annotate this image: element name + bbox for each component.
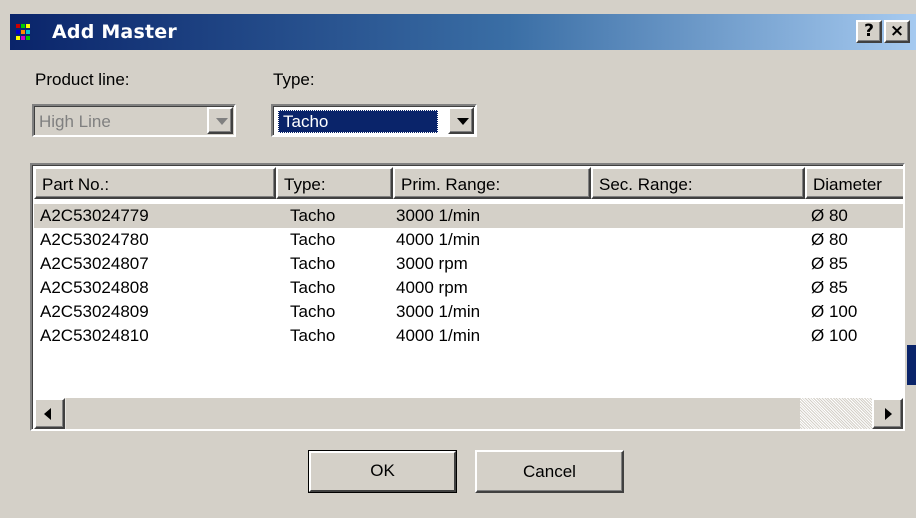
type-label: Type: (273, 70, 315, 89)
prim-range-cell: 3000 rpm (396, 254, 468, 273)
column-header-prim-range[interactable]: Prim. Range: (393, 167, 591, 199)
close-button[interactable]: × (884, 20, 910, 43)
diameter-cell: Ø 85 (811, 254, 848, 273)
scroll-right-button[interactable] (872, 398, 903, 429)
scroll-left-icon (44, 408, 51, 420)
background-window-edge (907, 345, 916, 385)
horizontal-scrollbar[interactable] (34, 398, 903, 429)
dropdown-arrow-icon (216, 118, 228, 125)
table-row[interactable]: A2C53024779 Tacho 3000 1/min Ø 80 (34, 204, 903, 228)
column-header-type[interactable]: Type: (276, 167, 393, 199)
diameter-cell: Ø 80 (811, 230, 848, 249)
title-bar[interactable]: Add Master ? × (10, 14, 916, 50)
prim-range-cell: 4000 rpm (396, 278, 468, 297)
list-header: Part No.: Type: Prim. Range: Sec. Range:… (34, 167, 903, 199)
type-value: Tacho (278, 110, 438, 133)
part-no-cell: A2C53024807 (40, 254, 149, 273)
product-line-dropdown-button[interactable] (207, 107, 233, 134)
window-title: Add Master (52, 21, 177, 43)
diameter-cell: Ø 85 (811, 278, 848, 297)
scrollbar-track[interactable] (800, 398, 872, 429)
prim-range-cell: 3000 1/min (396, 302, 481, 321)
type-select[interactable]: Tacho (271, 104, 477, 137)
table-row[interactable]: A2C53024780 Tacho 4000 1/min Ø 80 (34, 228, 903, 252)
app-icon (16, 23, 34, 40)
cancel-button-label: Cancel (523, 462, 576, 481)
diameter-cell: Ø 100 (811, 302, 858, 321)
add-master-dialog: Add Master ? × Product line: Type: High … (0, 0, 916, 518)
ok-button-label: OK (370, 461, 395, 480)
help-button[interactable]: ? (856, 20, 882, 43)
part-no-cell: A2C53024779 (40, 206, 149, 225)
cancel-button[interactable]: Cancel (475, 450, 624, 493)
scroll-right-icon (885, 408, 892, 420)
diameter-cell: Ø 80 (811, 206, 848, 225)
type-cell: Tacho (290, 230, 336, 249)
product-line-label: Product line: (35, 70, 130, 89)
column-header-sec-range[interactable]: Sec. Range: (591, 167, 805, 199)
ok-button[interactable]: OK (308, 450, 457, 493)
diameter-cell: Ø 100 (811, 326, 858, 345)
type-cell: Tacho (290, 278, 336, 297)
type-cell: Tacho (290, 326, 336, 345)
prim-range-cell: 4000 1/min (396, 326, 481, 345)
type-cell: Tacho (290, 254, 336, 273)
type-dropdown-button[interactable] (448, 107, 474, 134)
prim-range-cell: 3000 1/min (396, 206, 481, 225)
scrollbar-thumb[interactable] (66, 398, 800, 429)
table-row[interactable]: A2C53024808 Tacho 4000 rpm Ø 85 (34, 276, 903, 300)
type-cell: Tacho (290, 302, 336, 321)
table-row[interactable]: A2C53024807 Tacho 3000 rpm Ø 85 (34, 252, 903, 276)
table-row[interactable]: A2C53024810 Tacho 4000 1/min Ø 100 (34, 324, 903, 348)
type-cell: Tacho (290, 206, 336, 225)
part-no-cell: A2C53024809 (40, 302, 149, 321)
help-icon: ? (864, 21, 874, 41)
part-no-cell: A2C53024810 (40, 326, 149, 345)
product-line-value: High Line (39, 112, 111, 131)
master-list[interactable]: Part No.: Type: Prim. Range: Sec. Range:… (30, 163, 905, 431)
column-header-diameter[interactable]: Diameter (805, 167, 903, 199)
dropdown-arrow-icon (457, 118, 469, 125)
part-no-cell: A2C53024808 (40, 278, 149, 297)
close-icon: × (889, 21, 905, 41)
prim-range-cell: 4000 1/min (396, 230, 481, 249)
scroll-left-button[interactable] (34, 398, 65, 429)
table-row[interactable]: A2C53024809 Tacho 3000 1/min Ø 100 (34, 300, 903, 324)
column-header-part-no[interactable]: Part No.: (34, 167, 276, 199)
product-line-select[interactable]: High Line (32, 104, 236, 137)
part-no-cell: A2C53024780 (40, 230, 149, 249)
